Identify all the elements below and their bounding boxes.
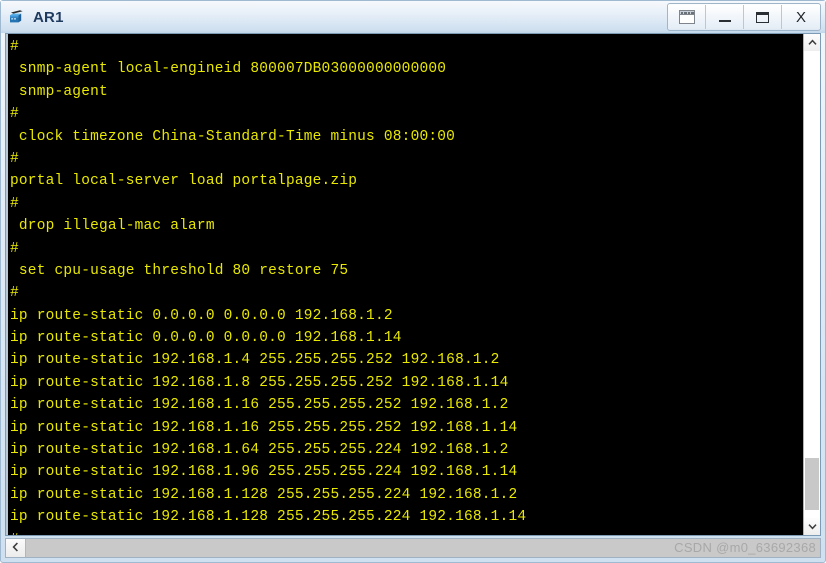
terminal-line: ip route-static 192.168.1.16 255.255.255… (10, 397, 509, 414)
terminal-line: ip route-static 192.168.1.128 255.255.25… (10, 486, 518, 503)
terminal-line: # (10, 195, 19, 212)
terminal-line: snmp-agent local-engineid 800007DB030000… (10, 61, 447, 78)
chevron-left-icon (12, 539, 19, 557)
window-title: AR1 (33, 8, 64, 26)
close-icon: X (795, 8, 806, 26)
vertical-scroll-track[interactable] (804, 51, 820, 518)
terminal-line-list: # snmp-agent local-engineid 800007DB0300… (10, 36, 803, 535)
scroll-left-button[interactable] (6, 539, 26, 557)
maximize-button[interactable] (744, 5, 782, 29)
terminal-line: clock timezone China-Standard-Time minus… (10, 128, 456, 145)
terminal-line: ip route-static 192.168.1.64 255.255.255… (10, 442, 509, 459)
terminal-line: ip route-static 192.168.1.128 255.255.25… (10, 509, 527, 526)
terminal-line: # (10, 285, 19, 302)
terminal-line: # (10, 106, 19, 123)
terminal-line: # (10, 150, 19, 167)
maximize-icon (756, 11, 769, 23)
terminal-line: ip route-static 192.168.1.16 255.255.255… (10, 419, 518, 436)
scroll-down-button[interactable] (804, 518, 820, 535)
client-area: # snmp-agent local-engineid 800007DB0300… (1, 33, 825, 562)
terminal-line: portal local-server load portalpage.zip (10, 173, 358, 190)
title-bar[interactable]: AR1 X (1, 1, 825, 33)
horizontal-scroll-track[interactable]: CSDN @m0_63692368 (26, 539, 820, 557)
terminal-line: ip route-static 192.168.1.4 255.255.255.… (10, 352, 500, 369)
vertical-scroll-thumb[interactable] (805, 458, 819, 510)
terminal-window: AR1 X # snmp-agent local-engineid 800007… (0, 0, 826, 563)
scroll-up-button[interactable] (804, 34, 820, 51)
watermark-label: CSDN @m0_63692368 (674, 540, 816, 555)
minimize-icon (718, 19, 731, 22)
terminal-line: # (10, 39, 19, 55)
title-bar-left: AR1 (7, 7, 667, 27)
terminal-line: snmp-agent (10, 83, 108, 100)
terminal-line: ip route-static 192.168.1.96 255.255.255… (10, 464, 518, 481)
terminal-line: ip route-static 0.0.0.0 0.0.0.0 192.168.… (10, 307, 393, 324)
chevron-up-icon (807, 39, 817, 46)
terminal-line: ip route-static 192.168.1.8 255.255.255.… (10, 374, 509, 391)
window-controls: X (667, 3, 821, 31)
chevron-down-icon (807, 523, 817, 530)
horizontal-scrollbar[interactable]: CSDN @m0_63692368 (5, 538, 821, 558)
terminal-line: drop illegal-mac alarm (10, 218, 215, 235)
router-icon (7, 7, 27, 27)
restore-window-icon (678, 10, 695, 24)
terminal-line: # (10, 240, 19, 257)
terminal-frame: # snmp-agent local-engineid 800007DB0300… (5, 33, 821, 536)
terminal-line: # (10, 529, 803, 535)
terminal-line: ip route-static 0.0.0.0 0.0.0.0 192.168.… (10, 330, 402, 347)
close-button[interactable]: X (782, 5, 820, 29)
vertical-scrollbar[interactable] (803, 34, 820, 535)
minimize-button[interactable] (706, 5, 744, 29)
restore-down-button[interactable] (668, 5, 706, 29)
terminal-line: set cpu-usage threshold 80 restore 75 (10, 262, 349, 279)
terminal-output[interactable]: # snmp-agent local-engineid 800007DB0300… (6, 34, 803, 535)
